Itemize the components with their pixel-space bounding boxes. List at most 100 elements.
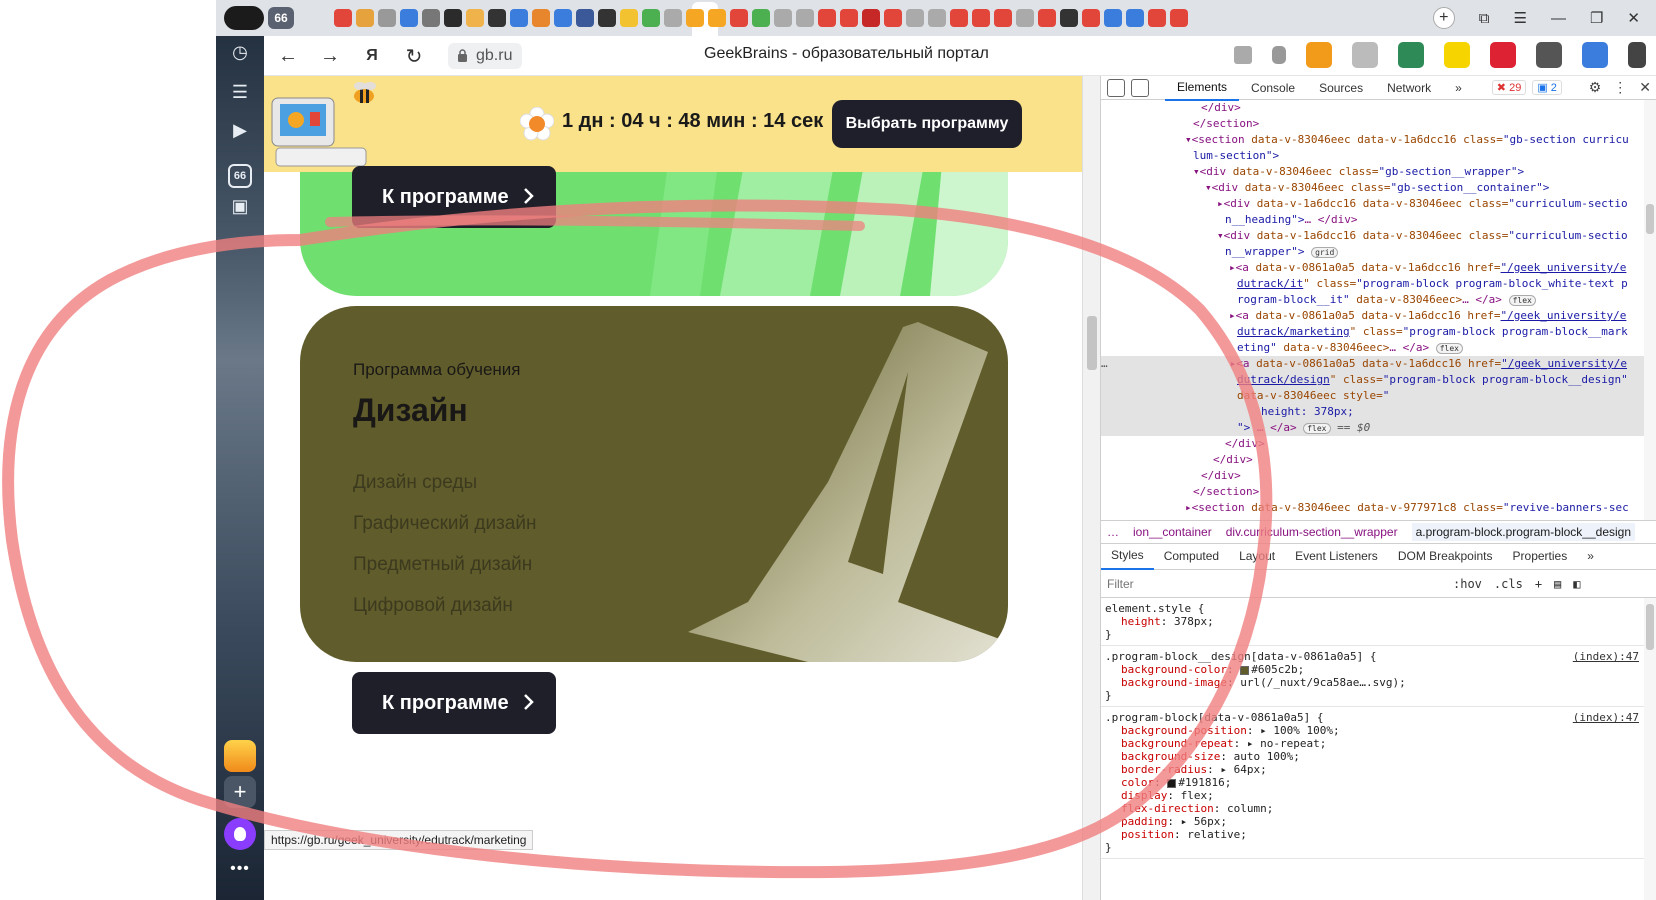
tab-elements[interactable]: Elements	[1165, 75, 1240, 101]
extension-shield-icon[interactable]	[1352, 42, 1378, 68]
profile-avatar[interactable]	[224, 6, 264, 30]
to-program-button[interactable]: К программе	[352, 672, 556, 734]
styles-scrollbar[interactable]	[1644, 598, 1656, 900]
tab-styles[interactable]: Styles	[1101, 543, 1154, 570]
dom-node[interactable]: ▸<div data-v-1a6dcc16 data-v-83046eec cl…	[1101, 196, 1645, 212]
css-declaration[interactable]: background-image: url(/_nuxt/9ca58ae….sv…	[1105, 676, 1641, 689]
tab-favicon-icon[interactable]	[400, 9, 418, 27]
mail-icon[interactable]	[224, 740, 256, 772]
add-panel-icon[interactable]: +	[224, 776, 256, 808]
tab-favicon-icon[interactable]	[862, 9, 880, 27]
tab-favicon-icon[interactable]	[1082, 9, 1100, 27]
breadcrumb-item[interactable]: ion__container	[1133, 525, 1212, 539]
css-declaration[interactable]: background-repeat: ▸ no-repeat;	[1105, 737, 1641, 750]
css-declaration[interactable]: background-position: ▸ 100% 100%;	[1105, 724, 1641, 737]
inspect-icon[interactable]	[1107, 78, 1125, 97]
tab-favicon-icon[interactable]	[1104, 9, 1122, 27]
dom-node[interactable]: ▾<section data-v-83046eec data-v-1a6dcc1…	[1101, 132, 1645, 148]
tab-favicon-icon[interactable]	[444, 9, 462, 27]
tab-favicon-icon[interactable]	[510, 9, 528, 27]
yandex-icon[interactable]: Я	[360, 44, 384, 68]
tab-network[interactable]: Network	[1375, 76, 1443, 100]
dom-ellipsis[interactable]: …	[1101, 357, 1108, 370]
css-rule[interactable]: element.style {height: 378px;}	[1101, 598, 1645, 646]
tab-favicon-icon[interactable]	[818, 9, 836, 27]
extension-badge-icon[interactable]	[1582, 42, 1608, 68]
choose-program-button[interactable]: Выбрать программу	[832, 100, 1022, 148]
tab-favicon-icon[interactable]	[1126, 9, 1144, 27]
dom-node[interactable]: ▾<div data-v-83046eec class="gb-section_…	[1101, 180, 1645, 196]
history-icon[interactable]: ◷	[224, 36, 256, 68]
css-rule[interactable]: .program-block[data-v-0861a0a5] {(index)…	[1101, 707, 1645, 859]
hov-toggle[interactable]: :hov	[1453, 577, 1482, 591]
dom-link[interactable]: dutrack/design	[1237, 373, 1330, 386]
styles-filter-input[interactable]	[1107, 573, 1453, 594]
tab-dom-breakpoints[interactable]: DOM Breakpoints	[1388, 544, 1503, 569]
tab-favicon-icon[interactable]	[532, 9, 550, 27]
tab-favicon-icon[interactable]	[752, 9, 770, 27]
design-program-card[interactable]: Программа обучения Дизайн Дизайн среды Г…	[300, 306, 1008, 662]
tab-favicon-icon[interactable]	[928, 9, 946, 27]
more-icon[interactable]: •••	[224, 860, 256, 884]
tab-favicon-icon[interactable]	[664, 9, 682, 27]
menu-icon[interactable]: ☰	[1514, 9, 1527, 27]
breadcrumb-item[interactable]: …	[1107, 525, 1119, 539]
dom-node-selected[interactable]: data-v-83046eec style="	[1101, 388, 1645, 404]
kebab-menu-icon[interactable]: ⋮	[1613, 79, 1627, 96]
dom-node[interactable]: ▸<a data-v-0861a0a5 data-v-1a6dcc16 href…	[1101, 308, 1645, 324]
alice-assistant-icon[interactable]	[224, 818, 256, 850]
settings-gear-icon[interactable]: ⚙	[1589, 79, 1602, 96]
tab-console[interactable]: Console	[1239, 76, 1307, 100]
tab-favicon-icon[interactable]	[488, 9, 506, 27]
tab-favicon-icon[interactable]	[906, 9, 924, 27]
cls-toggle[interactable]: .cls	[1494, 577, 1523, 591]
dom-link[interactable]: dutrack/marketing	[1237, 325, 1350, 338]
color-swatch-icon[interactable]	[1240, 665, 1250, 675]
dom-node[interactable]: </div>	[1101, 436, 1645, 452]
dom-node[interactable]: lum-section">	[1101, 148, 1645, 164]
css-source-link[interactable]: (index):47	[1573, 650, 1639, 663]
tabs-count-icon[interactable]: 66	[228, 164, 252, 188]
scrollbar-thumb[interactable]	[1087, 316, 1097, 370]
tab-favicon-icon[interactable]	[554, 9, 572, 27]
dom-link[interactable]: "/geek_university/e	[1501, 357, 1627, 370]
css-source-link[interactable]: (index):47	[1573, 711, 1639, 724]
dom-node[interactable]: </div>	[1101, 452, 1645, 468]
tab-favicon-icon[interactable]	[378, 9, 396, 27]
dom-node[interactable]: ▾<div data-v-83046eec class="gb-section_…	[1101, 164, 1645, 180]
tab-favicon-icon[interactable]	[576, 9, 594, 27]
extension-note-icon[interactable]	[1444, 42, 1470, 68]
tab-favicon-icon[interactable]	[994, 9, 1012, 27]
minimize-icon[interactable]: —	[1551, 10, 1566, 27]
tab-layout[interactable]: Layout	[1229, 544, 1285, 569]
extension-calendar-icon[interactable]	[1398, 42, 1424, 68]
tab-favicon-icon[interactable]	[840, 9, 858, 27]
messages-badge[interactable]: ▣ 2	[1532, 80, 1562, 95]
close-window-icon[interactable]: ✕	[1627, 9, 1640, 27]
grid-badge[interactable]: grid	[1311, 246, 1339, 258]
tab-count-badge[interactable]: 66	[268, 7, 294, 29]
dom-node[interactable]: </div>	[1101, 100, 1645, 116]
css-declaration[interactable]: position: relative;	[1105, 828, 1641, 841]
extension-copy-icon[interactable]	[1536, 42, 1562, 68]
close-devtools-icon[interactable]: ✕	[1639, 79, 1651, 96]
reader-icon[interactable]	[1234, 46, 1252, 64]
page-scrollbar[interactable]	[1082, 76, 1100, 900]
breadcrumb-item[interactable]: div.curriculum-section__wrapper	[1226, 525, 1398, 539]
tab-favicon-icon[interactable]	[884, 9, 902, 27]
tab-favicon-icon[interactable]	[686, 9, 704, 27]
tab-favicon-icon[interactable]	[1148, 9, 1166, 27]
dom-link[interactable]: "/geek_university/e	[1501, 261, 1627, 274]
dom-node[interactable]: dutrack/marketing" class="program-block …	[1101, 324, 1645, 340]
css-declaration[interactable]: color: #191816;	[1105, 776, 1641, 789]
download-icon[interactable]	[1628, 42, 1646, 68]
css-declaration[interactable]: background-size: auto 100%;	[1105, 750, 1641, 763]
tab-favicon-icon[interactable]	[796, 9, 814, 27]
tab-favicon-icon[interactable]	[334, 9, 352, 27]
color-swatch-icon[interactable]	[1167, 778, 1177, 788]
dom-node-selected[interactable]: height: 378px;	[1101, 404, 1645, 420]
to-program-button[interactable]: К программе	[352, 166, 556, 228]
dom-node-selected[interactable]: dutrack/design" class="program-block pro…	[1101, 372, 1645, 388]
flex-badge[interactable]: flex	[1435, 342, 1463, 354]
css-rule[interactable]: .program-block__design[data-v-0861a0a5] …	[1101, 646, 1645, 707]
